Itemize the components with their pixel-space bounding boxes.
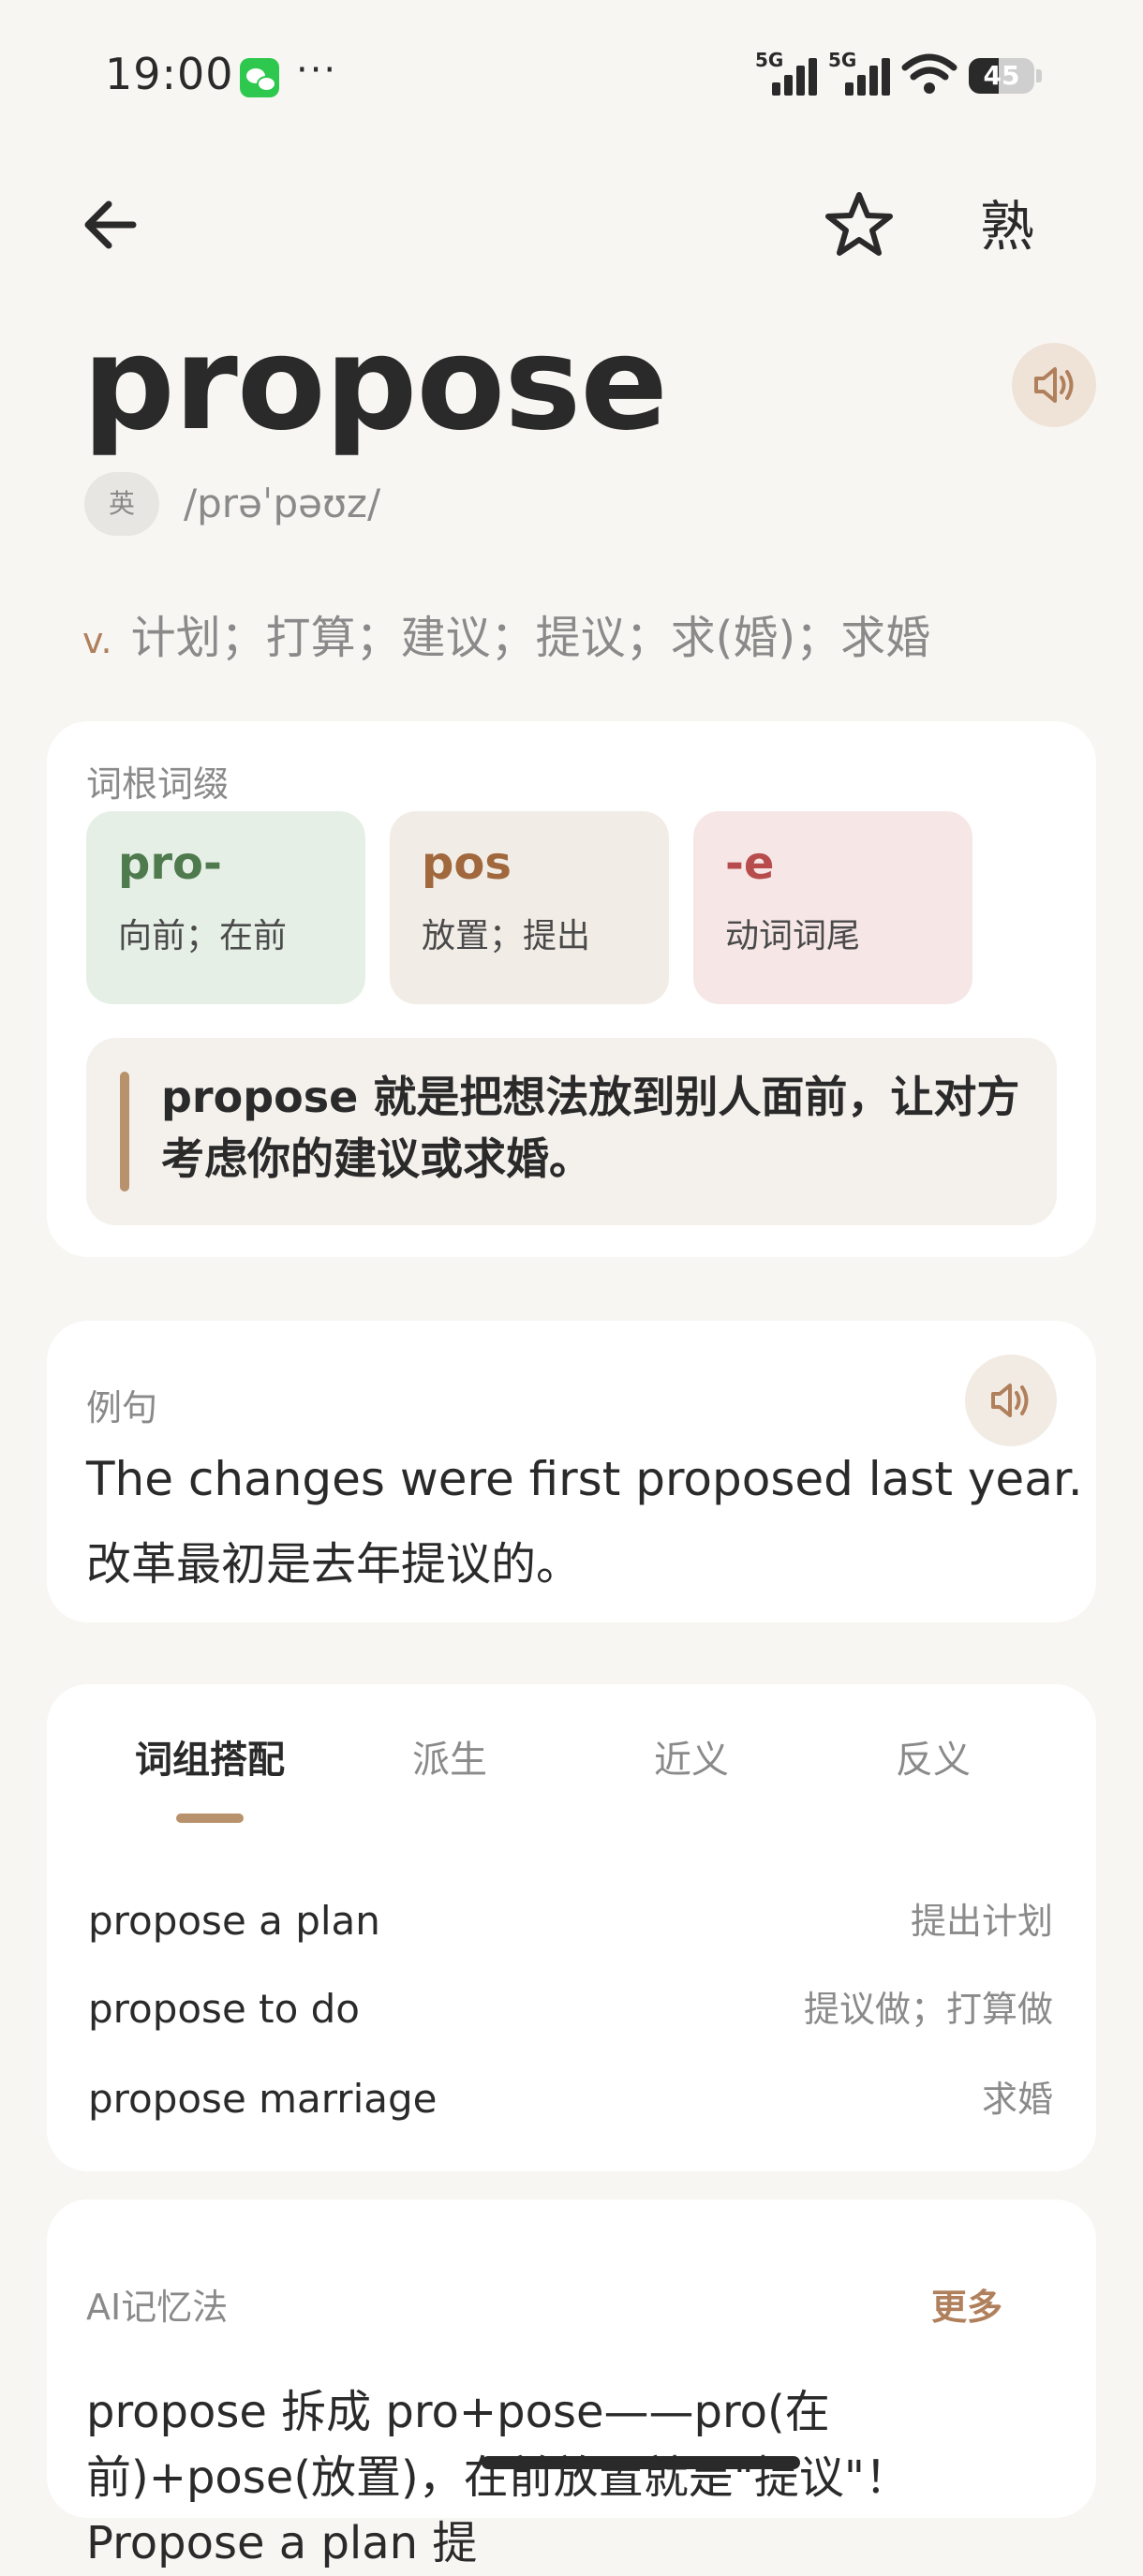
favorite-button[interactable] [817, 187, 901, 262]
tab-antonyms[interactable]: 反义 [896, 1729, 971, 1784]
example-translation: 改革最初是去年提议的。 [86, 1538, 582, 1591]
phrase-meaning: 提议做；打算做 [803, 1989, 1053, 2030]
etymology-label: 词根词缀 [86, 763, 230, 805]
accent-badge[interactable]: 英 [84, 472, 159, 536]
phonetic: /prəˈpəʊz/ [184, 481, 381, 526]
phrase-meaning: 提出计划 [910, 1901, 1053, 1942]
morpheme-card[interactable]: pos 放置；提出 [390, 811, 669, 1004]
phrase-text: propose a plan [88, 1898, 380, 1944]
story-text: propose 就是把想法放到别人面前，让对方考虑你的建议或求婚。 [161, 1072, 1020, 1184]
network-type-label: 5G [828, 49, 857, 71]
headword: propose [82, 308, 668, 459]
battery-tip [1036, 69, 1042, 82]
back-button[interactable] [75, 187, 150, 262]
tab-indicator [176, 1814, 244, 1823]
morpheme-card[interactable]: -e 动词词尾 [693, 811, 972, 1004]
more-notifications-icon: ··· [296, 49, 338, 92]
part-of-speech: v. [82, 620, 112, 661]
tab-collocations[interactable]: 词组搭配 [135, 1729, 285, 1784]
status-bar: 19:00 ··· 5G 5G 45 [0, 0, 1143, 150]
wechat-icon [240, 58, 279, 97]
cellular-signal-icon: 5G [828, 49, 890, 96]
phrase-row[interactable]: propose to do 提议做；打算做 [88, 1976, 1053, 2042]
example-sentence: The changes were first proposed last yea… [86, 1452, 1083, 1506]
arrow-left-icon [84, 200, 137, 249]
etymology-story: propose 就是把想法放到别人面前，让对方考虑你的建议或求婚。 [86, 1038, 1057, 1225]
definition: v. 计划；打算；建议；提议；求(婚)；求婚 [82, 605, 930, 681]
phrase-text: propose marriage [88, 2076, 438, 2122]
speaker-icon [991, 1384, 1029, 1417]
ai-memory-label: AI记忆法 [86, 2287, 229, 2328]
phrase-row[interactable]: propose a plan 提出计划 [88, 1888, 1053, 1954]
pronounce-button[interactable] [1012, 343, 1096, 427]
wifi-icon [901, 53, 957, 94]
example-label: 例句 [86, 1387, 158, 1429]
tab-derivatives[interactable]: 派生 [412, 1729, 487, 1784]
morpheme-meaning: 放置；提出 [422, 917, 591, 955]
home-indicator[interactable] [482, 2456, 800, 2469]
cellular-signal-icon: 5G [755, 49, 817, 96]
tab-synonyms[interactable]: 近义 [654, 1729, 729, 1784]
network-type-label: 5G [755, 49, 784, 71]
phrase-text: propose to do [88, 1986, 361, 2032]
status-time: 19:00 [105, 49, 234, 99]
phrase-meaning: 求婚 [981, 2079, 1053, 2120]
phrase-row[interactable]: propose marriage 求婚 [88, 2066, 1053, 2132]
speaker-icon [1034, 367, 1074, 403]
morpheme-meaning: 向前；在前 [118, 917, 288, 955]
morpheme-card[interactable]: pro- 向前；在前 [86, 811, 365, 1004]
battery-icon: 45 [969, 58, 1034, 94]
morpheme-text: -e [725, 837, 775, 890]
star-outline-icon [825, 192, 893, 256]
ai-memory-text: propose 拆成 pro+pose——pro(在前)+pose(放置)，在前… [86, 2386, 910, 2569]
morpheme-text: pos [422, 837, 512, 890]
battery-percent: 45 [983, 60, 1020, 91]
definition-text: 计划；打算；建议；提议；求(婚)；求婚 [130, 612, 931, 664]
quote-bar [120, 1072, 129, 1192]
example-pronounce-button[interactable] [965, 1355, 1057, 1446]
morpheme-meaning: 动词词尾 [725, 917, 861, 955]
morpheme-text: pro- [118, 837, 222, 890]
more-link[interactable]: 更多 [931, 2278, 1002, 2330]
mark-familiar-button[interactable]: 熟 [965, 189, 1049, 264]
